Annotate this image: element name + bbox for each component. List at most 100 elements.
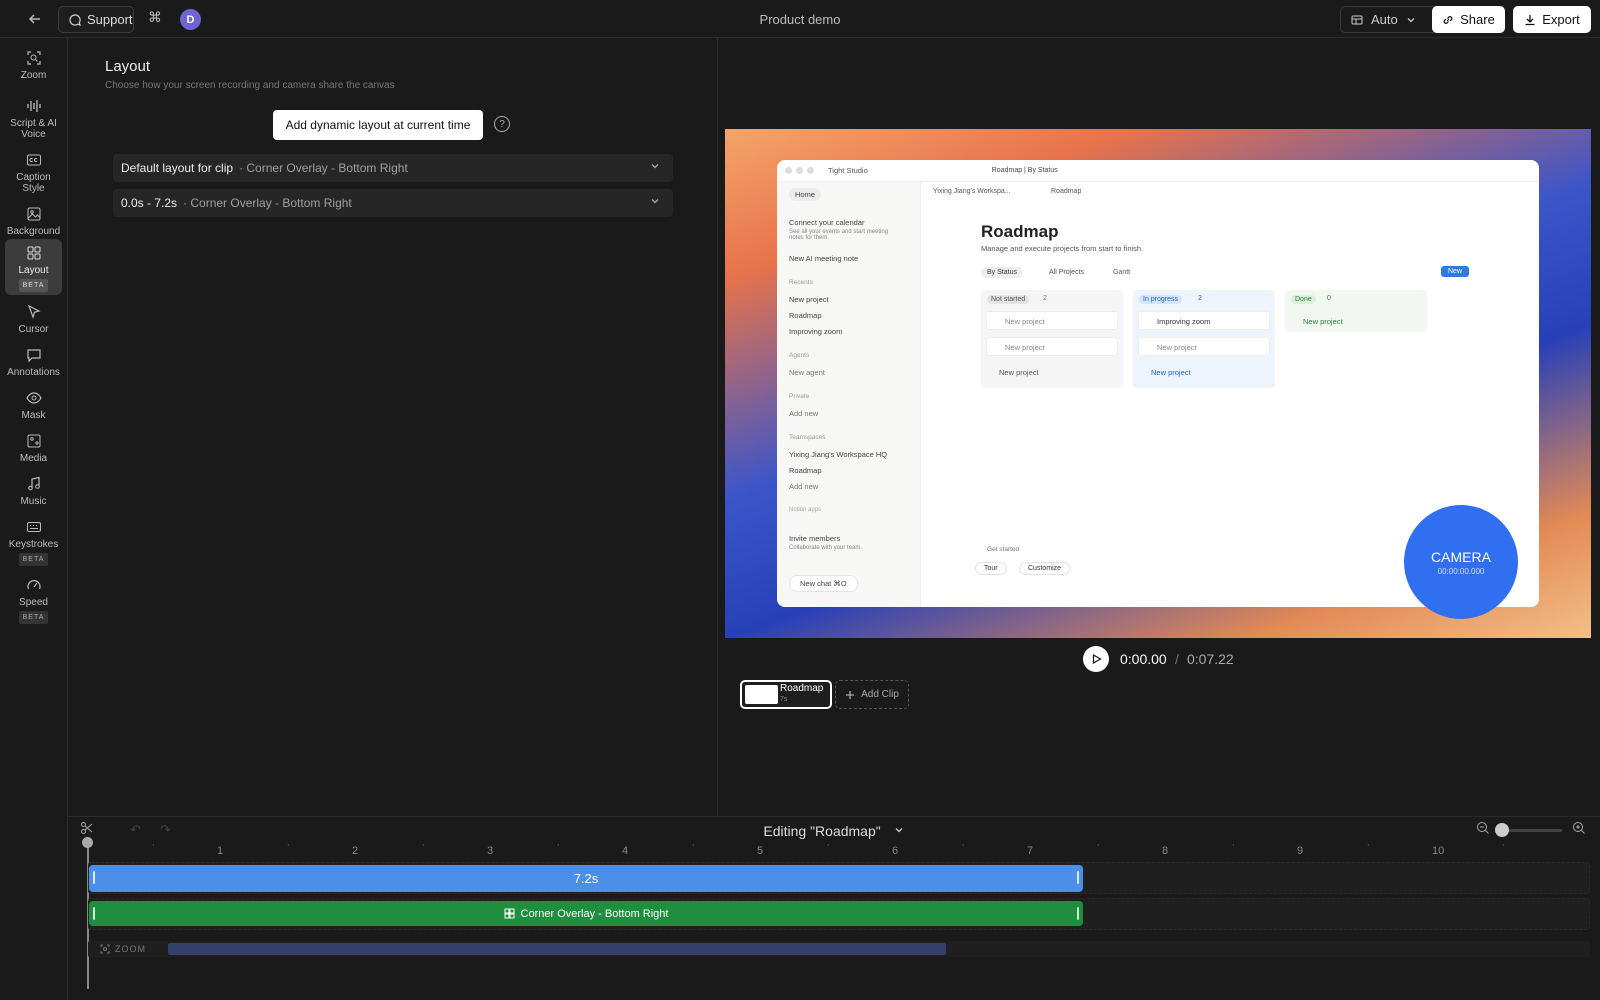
help-icon[interactable]: ? bbox=[494, 116, 510, 132]
support-label: Support bbox=[87, 12, 133, 27]
zoom-icon bbox=[26, 50, 42, 66]
clip-end-handle[interactable] bbox=[1077, 871, 1079, 884]
share-button[interactable]: Share bbox=[1432, 6, 1505, 33]
clip-bar[interactable]: 7.2s bbox=[89, 865, 1083, 892]
panel-subtitle: Choose how your screen recording and cam… bbox=[105, 80, 395, 91]
sidebar-item-annotations[interactable]: Annotations bbox=[5, 341, 62, 385]
sidebar-item-media[interactable]: Media bbox=[5, 427, 62, 471]
zoom-in-icon[interactable] bbox=[1572, 821, 1586, 838]
clip-thumbnail[interactable]: Roadmap 7s bbox=[740, 680, 832, 709]
plus-icon bbox=[846, 690, 855, 699]
layout-icon bbox=[1351, 15, 1363, 24]
grid-icon bbox=[26, 245, 42, 261]
sidebar-item-music[interactable]: Music bbox=[5, 470, 62, 514]
layout-row-value: · Corner Overlay - Bottom Right bbox=[239, 161, 408, 175]
image-icon bbox=[26, 206, 42, 222]
timeline-zoom-handle[interactable] bbox=[1495, 823, 1509, 837]
layout-row-label: 0.0s - 7.2s bbox=[121, 196, 178, 210]
sidebar-item-background[interactable]: Background bbox=[5, 200, 62, 244]
ruler-tick: 3 bbox=[487, 845, 494, 857]
sidebar-item-caption-style[interactable]: Caption Style bbox=[5, 146, 62, 201]
speedometer-icon bbox=[26, 577, 42, 593]
ruler-tick: 1 bbox=[217, 845, 224, 857]
time-separator: / bbox=[1175, 651, 1179, 667]
sidebar-item-script[interactable]: Script & AI Voice bbox=[5, 92, 62, 147]
comment-icon bbox=[26, 347, 42, 363]
waveform-icon bbox=[26, 98, 42, 114]
ruler-tick: 4 bbox=[622, 845, 629, 857]
clip-duration: 7.2s bbox=[573, 871, 599, 886]
eye-icon bbox=[25, 390, 42, 406]
layout-row-value: · Corner Overlay - Bottom Right bbox=[183, 196, 352, 210]
clip-name: Roadmap bbox=[780, 683, 824, 694]
music-icon bbox=[26, 476, 42, 492]
clip-start-handle[interactable] bbox=[93, 871, 95, 884]
export-button[interactable]: Export bbox=[1513, 6, 1591, 33]
layout-end-handle[interactable] bbox=[1077, 907, 1079, 920]
ruler-subtick: · bbox=[1096, 839, 1101, 851]
top-bar: Support ⌘ D Product demo Auto Share Expo… bbox=[0, 0, 1600, 38]
grid-icon bbox=[504, 908, 515, 919]
caption-icon bbox=[26, 152, 42, 168]
link-icon bbox=[1443, 15, 1453, 24]
ruler-subtick: · bbox=[151, 839, 156, 851]
beta-badge: BETA bbox=[18, 611, 49, 624]
avatar[interactable]: D bbox=[180, 9, 201, 30]
editing-label: Editing "Roadmap" bbox=[763, 823, 881, 839]
ruler-tick: 8 bbox=[1162, 845, 1169, 857]
ruler-subtick: · bbox=[421, 839, 426, 851]
add-dynamic-layout-button[interactable]: Add dynamic layout at current time bbox=[273, 110, 483, 140]
ruler-subtick: · bbox=[1231, 839, 1236, 851]
support-button[interactable]: Support bbox=[58, 6, 134, 33]
sidebar-item-keystrokes[interactable]: Keystrokes BETA bbox=[5, 513, 62, 569]
panel-title: Layout bbox=[105, 58, 151, 75]
export-label: Export bbox=[1542, 12, 1580, 27]
ruler-tick: 9 bbox=[1297, 845, 1304, 857]
camera-label: CAMERA bbox=[1431, 548, 1491, 565]
zoom-track-label: ZOOM bbox=[100, 944, 146, 954]
camera-time: 00:00:00.000 bbox=[1437, 566, 1485, 576]
preview-sidebar: Home Connect your calendar See all your … bbox=[777, 182, 921, 607]
sidebar-item-mask[interactable]: Mask bbox=[5, 384, 62, 428]
layout-bar[interactable]: Corner Overlay - Bottom Right bbox=[89, 901, 1083, 926]
ruler-tick: 7 bbox=[1027, 845, 1034, 857]
current-time: 0:00.00 bbox=[1120, 651, 1167, 667]
ruler-subtick: · bbox=[1501, 839, 1506, 851]
chevron-down-icon bbox=[1407, 17, 1415, 22]
zoom-segment[interactable] bbox=[168, 943, 946, 955]
ruler-subtick: · bbox=[826, 839, 831, 851]
keyboard-icon bbox=[26, 519, 42, 535]
chevron-down-icon bbox=[895, 828, 903, 833]
zoom-icon bbox=[100, 944, 110, 954]
total-time: 0:07.22 bbox=[1187, 651, 1234, 667]
add-clip-button[interactable]: Add Clip bbox=[835, 680, 909, 709]
command-icon[interactable]: ⌘ bbox=[148, 9, 162, 26]
video-preview[interactable]: Tight Studio Roadmap | By Status Home Co… bbox=[725, 129, 1591, 638]
layout-panel: Layout Choose how your screen recording … bbox=[68, 38, 718, 816]
cursor-icon bbox=[26, 304, 42, 320]
ruler-tick: 2 bbox=[352, 845, 359, 857]
layout-row-label: Default layout for clip bbox=[121, 161, 234, 175]
layout-start-handle[interactable] bbox=[93, 907, 95, 920]
timeline: ↶ ↷ Editing "Roadmap" 1 2 3 4 5 6 7 8 9 10 · · · · · · ·… bbox=[68, 816, 1600, 1000]
ruler-subtick: · bbox=[556, 839, 561, 851]
sidebar-item-layout[interactable]: Layout BETA bbox=[5, 239, 62, 295]
editing-clip-selector[interactable]: Editing "Roadmap" bbox=[68, 823, 1600, 839]
layout-row-range[interactable]: 0.0s - 7.2s · Corner Overlay - Bottom Ri… bbox=[113, 189, 673, 217]
zoom-out-icon[interactable] bbox=[1476, 821, 1490, 838]
play-button[interactable] bbox=[1083, 646, 1109, 672]
beta-badge: BETA bbox=[18, 279, 49, 292]
beta-badge: BETA bbox=[18, 553, 49, 566]
camera-overlay[interactable]: CAMERA 00:00:00.000 bbox=[1404, 505, 1518, 619]
auto-label: Auto bbox=[1371, 12, 1398, 27]
back-button[interactable] bbox=[24, 8, 46, 30]
play-icon bbox=[1092, 653, 1102, 665]
chat-bubble-icon bbox=[69, 13, 81, 26]
layout-row-default[interactable]: Default layout for clip · Corner Overlay… bbox=[113, 154, 673, 182]
download-icon bbox=[1525, 14, 1535, 25]
chevron-down-icon bbox=[649, 195, 661, 210]
sidebar-item-cursor[interactable]: Cursor bbox=[5, 298, 62, 342]
sidebar-item-zoom[interactable]: Zoom bbox=[5, 44, 62, 92]
playhead-handle[interactable] bbox=[82, 837, 93, 848]
sidebar-item-speed[interactable]: Speed BETA bbox=[5, 571, 62, 627]
